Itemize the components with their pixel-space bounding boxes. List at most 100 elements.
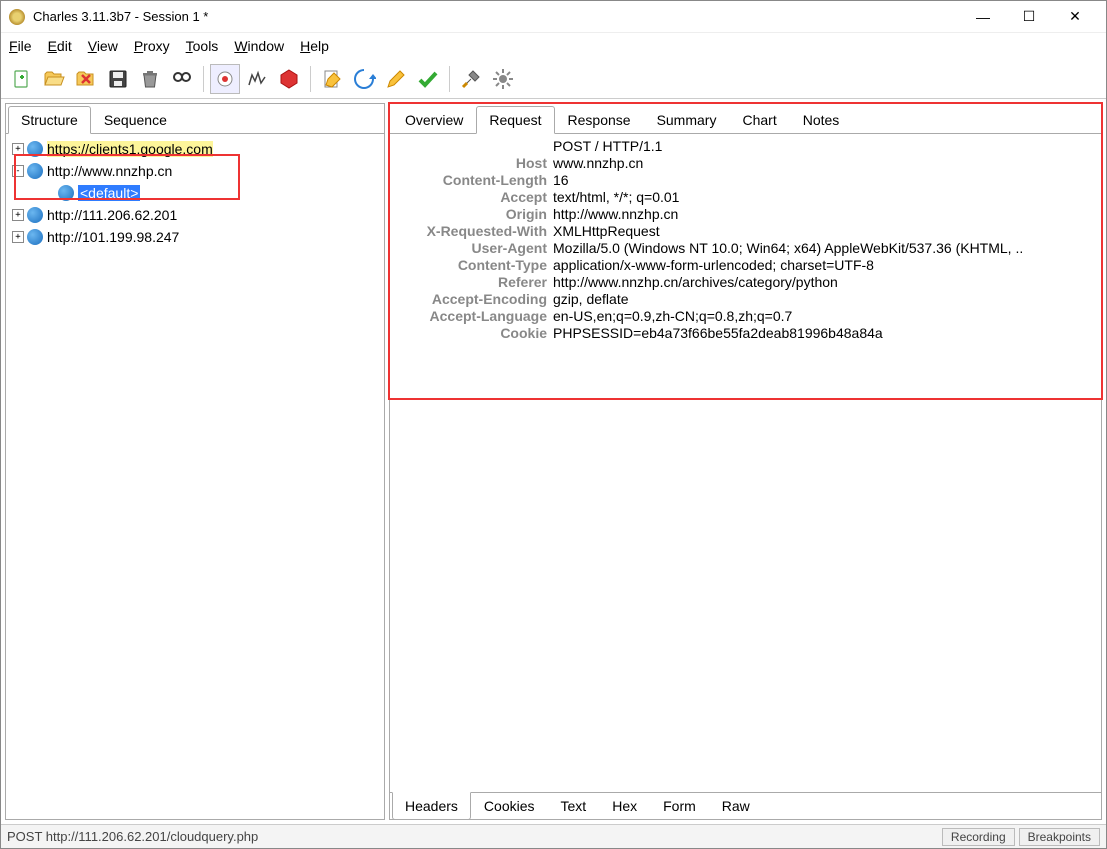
header-row[interactable]: CookiePHPSESSID=eb4a73f66be55fa2deab8199… xyxy=(398,325,1093,341)
header-value: www.nnzhp.cn xyxy=(553,155,1093,171)
find-button[interactable] xyxy=(167,64,197,94)
validate-button[interactable] xyxy=(413,64,443,94)
tree-label: http://www.nnzhp.cn xyxy=(47,163,172,179)
tab-form[interactable]: Form xyxy=(650,793,709,819)
maximize-button[interactable]: ☐ xyxy=(1006,3,1052,31)
tab-cookies[interactable]: Cookies xyxy=(471,793,548,819)
header-value: http://www.nnzhp.cn/archives/category/py… xyxy=(553,274,1093,290)
globe-icon xyxy=(27,207,43,223)
throttle-button[interactable] xyxy=(242,64,272,94)
tab-headers[interactable]: Headers xyxy=(392,792,471,820)
window-controls: — ☐ ✕ xyxy=(960,3,1098,31)
header-row[interactable]: Accept-Encodinggzip, deflate xyxy=(398,291,1093,307)
tab-summary[interactable]: Summary xyxy=(644,106,730,133)
tab-chart[interactable]: Chart xyxy=(729,106,789,133)
globe-icon xyxy=(58,185,74,201)
header-row[interactable]: Accepttext/html, */*; q=0.01 xyxy=(398,189,1093,205)
app-icon xyxy=(9,9,25,25)
close-button[interactable]: ✕ xyxy=(1052,3,1098,31)
tree-node[interactable]: + http://101.199.98.247 xyxy=(8,226,382,248)
clear-button[interactable] xyxy=(135,64,165,94)
menu-help[interactable]: Help xyxy=(300,38,329,54)
left-tabs: Structure Sequence xyxy=(6,104,384,134)
tab-sequence[interactable]: Sequence xyxy=(91,106,180,133)
header-key: X-Requested-With xyxy=(398,223,553,239)
menu-proxy[interactable]: Proxy xyxy=(134,38,170,54)
tab-request[interactable]: Request xyxy=(476,106,554,134)
expand-icon[interactable]: + xyxy=(12,209,24,221)
header-key: User-Agent xyxy=(398,240,553,256)
header-key: Referer xyxy=(398,274,553,290)
header-key: Accept-Language xyxy=(398,308,553,324)
menu-tools[interactable]: Tools xyxy=(186,38,219,54)
header-value: XMLHttpRequest xyxy=(553,223,1093,239)
statusbar: POST http://111.206.62.201/cloudquery.ph… xyxy=(1,824,1106,848)
status-breakpoints[interactable]: Breakpoints xyxy=(1019,828,1100,846)
header-value: http://www.nnzhp.cn xyxy=(553,206,1093,222)
header-key: Accept-Encoding xyxy=(398,291,553,307)
menu-edit[interactable]: Edit xyxy=(48,38,72,54)
request-line: POST / HTTP/1.1 xyxy=(398,138,1093,154)
header-row[interactable]: Originhttp://www.nnzhp.cn xyxy=(398,206,1093,222)
tree-node[interactable]: + https://clients1.google.com xyxy=(8,138,382,160)
globe-icon xyxy=(27,141,43,157)
tree-node[interactable]: + http://111.206.62.201 xyxy=(8,204,382,226)
new-session-button[interactable] xyxy=(7,64,37,94)
header-value: 16 xyxy=(553,172,1093,188)
edit-button[interactable] xyxy=(381,64,411,94)
menu-view[interactable]: View xyxy=(88,38,118,54)
globe-icon xyxy=(27,229,43,245)
header-key: Cookie xyxy=(398,325,553,341)
collapse-icon[interactable]: - xyxy=(12,165,24,177)
tab-notes[interactable]: Notes xyxy=(790,106,853,133)
tree-node[interactable]: - http://www.nnzhp.cn xyxy=(8,160,382,182)
menu-file[interactable]: File xyxy=(9,38,32,54)
tab-response[interactable]: Response xyxy=(555,106,644,133)
host-tree[interactable]: + https://clients1.google.com - http://w… xyxy=(6,134,384,819)
header-row[interactable]: Accept-Languageen-US,en;q=0.9,zh-CN;q=0.… xyxy=(398,308,1093,324)
header-value: gzip, deflate xyxy=(553,291,1093,307)
tab-structure[interactable]: Structure xyxy=(8,106,91,134)
header-row[interactable]: X-Requested-WithXMLHttpRequest xyxy=(398,223,1093,239)
header-row[interactable]: Content-Length16 xyxy=(398,172,1093,188)
expand-icon[interactable]: + xyxy=(12,143,24,155)
titlebar: Charles 3.11.3b7 - Session 1 * — ☐ ✕ xyxy=(1,1,1106,33)
tree-label-selected: <default> xyxy=(78,185,140,201)
status-recording[interactable]: Recording xyxy=(942,828,1015,846)
open-button[interactable] xyxy=(39,64,69,94)
minimize-button[interactable]: — xyxy=(960,3,1006,31)
tree-node-child[interactable]: <default> xyxy=(8,182,382,204)
header-value: text/html, */*; q=0.01 xyxy=(553,189,1093,205)
content-area: Structure Sequence + https://clients1.go… xyxy=(1,99,1106,824)
expand-icon[interactable]: + xyxy=(12,231,24,243)
close-session-button[interactable] xyxy=(71,64,101,94)
compose-button[interactable] xyxy=(317,64,347,94)
header-row[interactable]: User-AgentMozilla/5.0 (Windows NT 10.0; … xyxy=(398,240,1093,256)
tab-hex[interactable]: Hex xyxy=(599,793,650,819)
header-key: Host xyxy=(398,155,553,171)
right-tabs: Overview Request Response Summary Chart … xyxy=(390,104,1101,134)
header-value: en-US,en;q=0.9,zh-CN;q=0.8,zh;q=0.7 xyxy=(553,308,1093,324)
header-row[interactable]: Content-Typeapplication/x-www-form-urlen… xyxy=(398,257,1093,273)
record-button[interactable] xyxy=(210,64,240,94)
tree-label: http://101.199.98.247 xyxy=(47,229,179,245)
header-row[interactable]: Hostwww.nnzhp.cn xyxy=(398,155,1093,171)
tab-raw[interactable]: Raw xyxy=(709,793,763,819)
tools-button[interactable] xyxy=(456,64,486,94)
globe-icon xyxy=(27,163,43,179)
left-panel: Structure Sequence + https://clients1.go… xyxy=(5,103,385,820)
menu-window[interactable]: Window xyxy=(234,38,284,54)
status-text: POST http://111.206.62.201/cloudquery.ph… xyxy=(7,829,258,844)
settings-button[interactable] xyxy=(488,64,518,94)
repeat-button[interactable] xyxy=(349,64,379,94)
header-key: Origin xyxy=(398,206,553,222)
header-key: Content-Type xyxy=(398,257,553,273)
header-value: Mozilla/5.0 (Windows NT 10.0; Win64; x64… xyxy=(553,240,1093,256)
request-headers-view[interactable]: POST / HTTP/1.1 Hostwww.nnzhp.cnContent-… xyxy=(390,134,1101,792)
header-row[interactable]: Refererhttp://www.nnzhp.cn/archives/cate… xyxy=(398,274,1093,290)
toolbar xyxy=(1,59,1106,99)
tab-overview[interactable]: Overview xyxy=(392,106,476,133)
tab-text[interactable]: Text xyxy=(548,793,600,819)
save-button[interactable] xyxy=(103,64,133,94)
breakpoints-button[interactable] xyxy=(274,64,304,94)
